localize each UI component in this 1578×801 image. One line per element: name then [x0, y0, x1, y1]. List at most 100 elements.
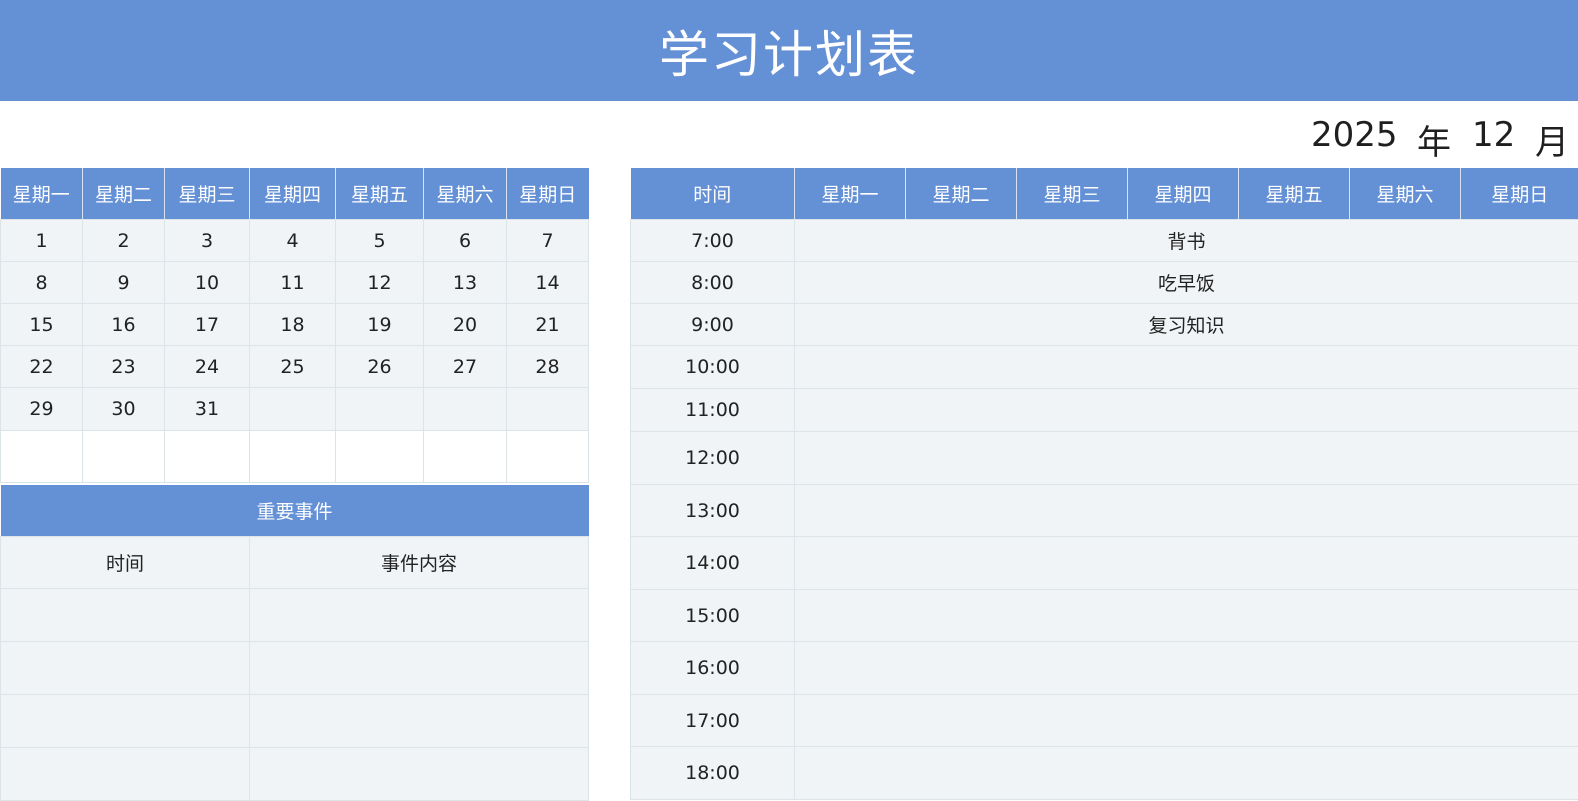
calendar-day-cell[interactable]	[250, 388, 336, 431]
calendar-day-cell[interactable]: 26	[336, 346, 424, 388]
calendar-week-row: 29 30 31	[1, 388, 589, 431]
schedule-row: 15:00	[631, 590, 1578, 642]
calendar-day-cell[interactable]	[83, 431, 165, 483]
calendar-day-cell[interactable]: 15	[1, 304, 83, 346]
events-table: 重要事件 时间 事件内容	[0, 485, 589, 801]
calendar-day-cell[interactable]: 14	[507, 262, 589, 304]
events-row	[1, 589, 589, 642]
calendar-week-row: 15 16 17 18 19 20 21	[1, 304, 589, 346]
calendar-day-cell[interactable]: 7	[507, 220, 589, 262]
calendar-day-cell[interactable]	[336, 388, 424, 431]
calendar-day-cell[interactable]: 13	[424, 262, 507, 304]
event-content-cell[interactable]	[250, 695, 589, 748]
calendar-day-cell[interactable]: 20	[424, 304, 507, 346]
schedule-activity[interactable]	[795, 590, 1578, 642]
calendar-day-cell[interactable]: 24	[165, 346, 250, 388]
schedule-row: 8:00 吃早饭	[631, 262, 1578, 304]
event-content-cell[interactable]	[250, 589, 589, 642]
schedule-activity[interactable]	[795, 695, 1578, 747]
schedule-activity[interactable]	[795, 389, 1578, 432]
calendar-day-cell[interactable]	[507, 431, 589, 483]
title-bar: 学习计划表	[0, 0, 1578, 101]
schedule-time: 11:00	[631, 389, 795, 432]
weekday-label: 星期二	[83, 168, 165, 220]
schedule-time: 7:00	[631, 220, 795, 262]
schedule-row: 14:00	[631, 537, 1578, 590]
calendar-day-cell[interactable]: 27	[424, 346, 507, 388]
calendar-day-cell[interactable]: 11	[250, 262, 336, 304]
calendar-blank-row	[1, 431, 589, 483]
schedule-row: 18:00	[631, 747, 1578, 800]
calendar-day-cell[interactable]: 12	[336, 262, 424, 304]
schedule-activity[interactable]	[795, 537, 1578, 590]
calendar-day-cell[interactable]: 3	[165, 220, 250, 262]
year-value[interactable]: 2025	[1311, 115, 1398, 155]
weekday-label: 星期一	[795, 168, 906, 220]
schedule-time: 16:00	[631, 642, 795, 695]
schedule-activity[interactable]	[795, 432, 1578, 485]
calendar-week-row: 22 23 24 25 26 27 28	[1, 346, 589, 388]
schedule-time: 12:00	[631, 432, 795, 485]
schedule-time-header: 时间	[631, 168, 795, 220]
month-value[interactable]: 12	[1472, 115, 1515, 155]
calendar-day-cell[interactable]: 22	[1, 346, 83, 388]
calendar-day-cell[interactable]: 4	[250, 220, 336, 262]
schedule-activity[interactable]	[795, 747, 1578, 800]
weekday-label: 星期四	[1128, 168, 1239, 220]
calendar-day-cell[interactable]: 1	[1, 220, 83, 262]
calendar-day-cell[interactable]: 2	[83, 220, 165, 262]
calendar-day-cell[interactable]: 5	[336, 220, 424, 262]
schedule-row: 7:00 背书	[631, 220, 1578, 262]
calendar-day-cell[interactable]	[1, 431, 83, 483]
schedule-row: 9:00 复习知识	[631, 304, 1578, 346]
calendar-day-cell[interactable]: 30	[83, 388, 165, 431]
schedule-activity[interactable]: 吃早饭	[795, 262, 1578, 304]
calendar-day-cell[interactable]	[165, 431, 250, 483]
schedule-table: 时间 星期一 星期二 星期三 星期四 星期五 星期六 星期日 7:00 背书 8…	[630, 168, 1578, 800]
schedule-activity[interactable]	[795, 642, 1578, 695]
event-time-cell[interactable]	[1, 695, 250, 748]
calendar-day-cell[interactable]: 8	[1, 262, 83, 304]
calendar-day-cell[interactable]	[250, 431, 336, 483]
schedule-activity[interactable]	[795, 346, 1578, 389]
calendar-day-cell[interactable]: 29	[1, 388, 83, 431]
schedule-time: 8:00	[631, 262, 795, 304]
events-row	[1, 642, 589, 695]
calendar-day-cell[interactable]	[507, 388, 589, 431]
weekday-label: 星期三	[165, 168, 250, 220]
event-content-cell[interactable]	[250, 642, 589, 695]
calendar-day-cell[interactable]: 6	[424, 220, 507, 262]
calendar-day-cell[interactable]: 25	[250, 346, 336, 388]
schedule-activity[interactable]: 复习知识	[795, 304, 1578, 346]
page-title: 学习计划表	[659, 15, 919, 87]
weekday-label: 星期日	[507, 168, 589, 220]
calendar-day-cell[interactable]: 18	[250, 304, 336, 346]
events-col-content: 事件内容	[250, 537, 589, 589]
schedule-activity[interactable]	[795, 485, 1578, 537]
calendar-day-cell[interactable]: 10	[165, 262, 250, 304]
weekday-label: 星期三	[1017, 168, 1128, 220]
events-title: 重要事件	[1, 485, 589, 537]
schedule-time: 14:00	[631, 537, 795, 590]
year-unit: 年	[1417, 115, 1451, 164]
calendar-day-cell[interactable]	[424, 388, 507, 431]
calendar-day-cell[interactable]: 19	[336, 304, 424, 346]
calendar-day-cell[interactable]	[424, 431, 507, 483]
calendar-week-row: 1 2 3 4 5 6 7	[1, 220, 589, 262]
calendar-day-cell[interactable]: 23	[83, 346, 165, 388]
event-time-cell[interactable]	[1, 589, 250, 642]
calendar-day-cell[interactable]	[336, 431, 424, 483]
schedule-row: 12:00	[631, 432, 1578, 485]
event-content-cell[interactable]	[250, 748, 589, 801]
calendar-day-cell[interactable]: 9	[83, 262, 165, 304]
calendar-day-cell[interactable]: 16	[83, 304, 165, 346]
schedule-activity[interactable]: 背书	[795, 220, 1578, 262]
calendar-day-cell[interactable]: 17	[165, 304, 250, 346]
weekday-label: 星期六	[1350, 168, 1461, 220]
calendar-day-cell[interactable]: 21	[507, 304, 589, 346]
calendar-day-cell[interactable]: 28	[507, 346, 589, 388]
event-time-cell[interactable]	[1, 642, 250, 695]
calendar-day-cell[interactable]: 31	[165, 388, 250, 431]
schedule-time: 10:00	[631, 346, 795, 389]
event-time-cell[interactable]	[1, 748, 250, 801]
